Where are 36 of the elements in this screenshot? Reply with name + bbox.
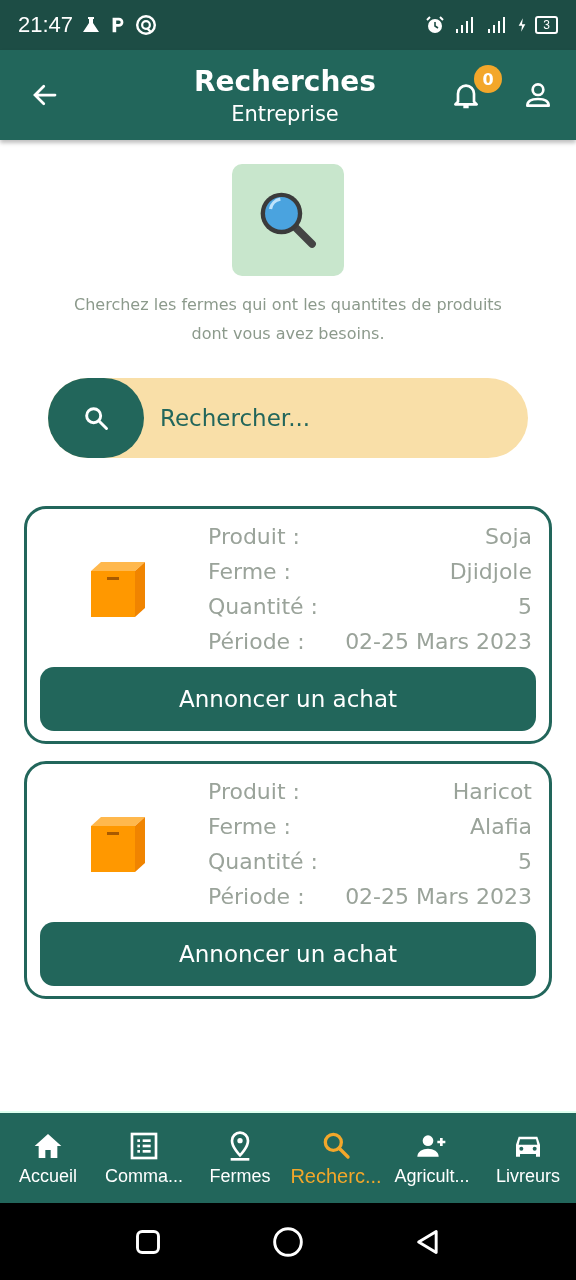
page-subtitle: Entreprise <box>231 101 339 126</box>
page-title: Recherches <box>193 64 377 98</box>
field-label: Quantité : <box>208 593 318 621</box>
announce-purchase-button[interactable]: Annoncer un achat <box>40 667 536 731</box>
nav-tab[interactable]: Agricult... <box>384 1113 480 1203</box>
field-label: Ferme : <box>208 558 291 586</box>
alarm-icon <box>425 15 446 35</box>
search-icon <box>82 404 110 432</box>
field-value: 5 <box>518 593 532 621</box>
field-value: 5 <box>518 848 532 876</box>
intro-text: Cherchez les fermes qui ont les quantites de produits dont vous avez besoins. <box>73 294 503 345</box>
field-label: Ferme : <box>208 813 291 841</box>
recent-apps-icon[interactable] <box>134 1227 162 1256</box>
field-label: Produit : <box>208 523 300 551</box>
circle-badge-icon <box>135 14 158 36</box>
nav-tab[interactable]: Fermes <box>192 1113 288 1203</box>
field-label: Période : <box>208 883 305 911</box>
field-label: Produit : <box>208 778 300 806</box>
field-value: Haricot <box>452 778 532 806</box>
field-label: Quantité : <box>208 848 318 876</box>
field-value: Djidjole <box>449 558 532 586</box>
notification-badge: 0 <box>474 65 502 93</box>
nav-tab[interactable]: Accueil <box>0 1113 96 1203</box>
nav-tab[interactable]: Comma... <box>96 1113 192 1203</box>
field-label: Période : <box>208 628 305 656</box>
announce-purchase-button[interactable]: Annoncer un achat <box>40 922 536 986</box>
home-button-icon[interactable] <box>272 1225 304 1258</box>
field-value: 02-25 Mars 2023 <box>345 883 532 911</box>
battery-icon: 3 <box>535 16 558 34</box>
status-time: 21:47 <box>18 12 74 38</box>
nav-tab[interactable]: Livreurs <box>480 1113 576 1203</box>
field-value: 02-25 Mars 2023 <box>345 628 532 656</box>
field-value: Alafia <box>470 813 532 841</box>
search-field[interactable]: Rechercher... <box>158 404 498 432</box>
field-value: Soja <box>484 523 532 551</box>
flask-icon <box>81 15 102 35</box>
